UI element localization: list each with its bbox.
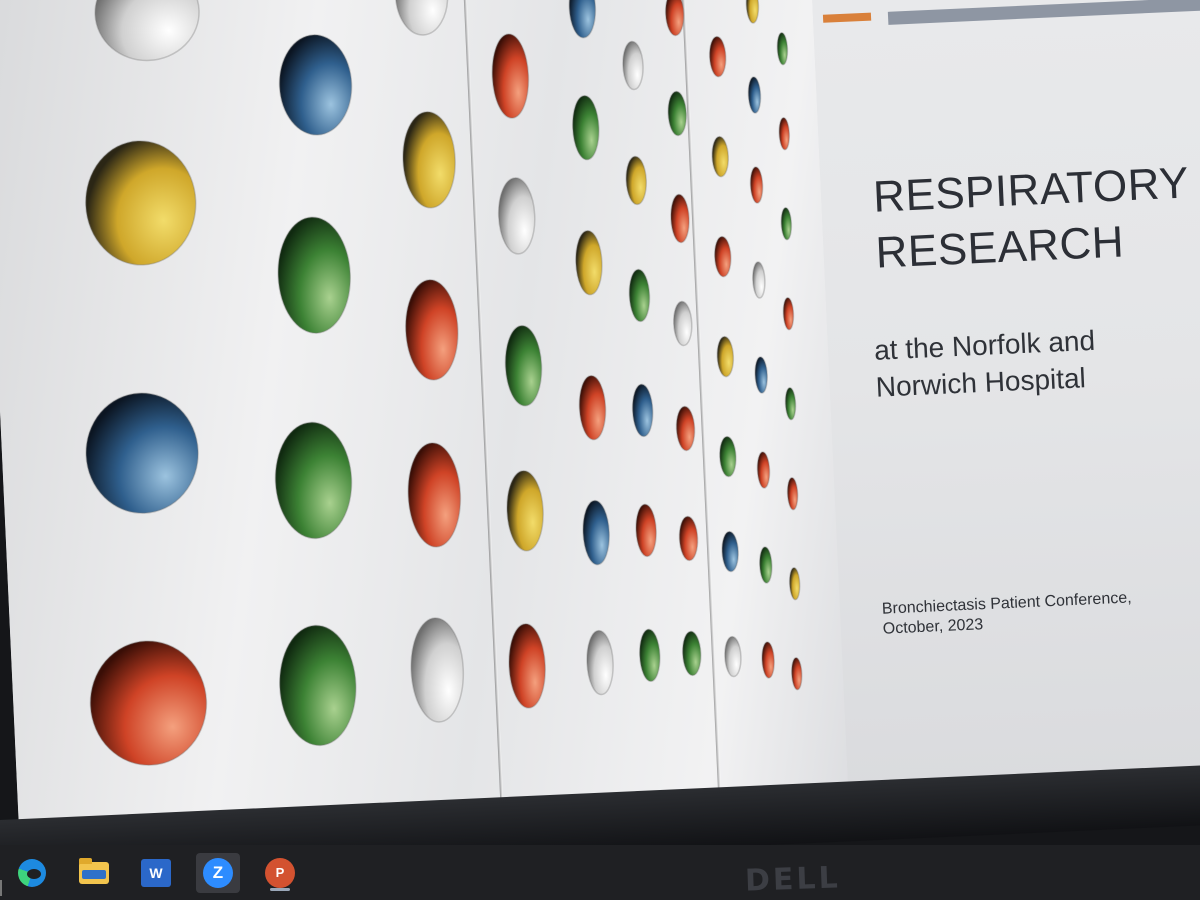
slide-footer: Bronchiectasis Patient Conference, Octob… bbox=[881, 584, 1200, 639]
perforation-hole-blue bbox=[85, 392, 199, 514]
taskbar-edge-button[interactable] bbox=[10, 853, 54, 893]
perforation-hole-white bbox=[497, 177, 536, 255]
perforation-hole-green bbox=[571, 94, 600, 161]
photo-of-screen: RESPIRATORY RESEARCH at the Norfolk and … bbox=[0, 0, 1200, 900]
word-icon-letter: W bbox=[149, 864, 163, 881]
perforation-hole-yellow bbox=[575, 229, 603, 296]
taskbar-file-explorer-button[interactable] bbox=[72, 853, 116, 893]
perforation-hole-green bbox=[784, 386, 797, 421]
perforation-hole-white bbox=[410, 617, 465, 723]
perforation-hole-green bbox=[504, 325, 543, 407]
perforation-hole-red bbox=[407, 442, 462, 548]
active-app-indicator bbox=[270, 887, 290, 891]
perforation-hole-yellow bbox=[788, 566, 801, 601]
perforation-hole-blue bbox=[582, 499, 610, 566]
perforation-hole-red bbox=[89, 640, 208, 766]
perforation-hole-red bbox=[678, 515, 699, 562]
perforation-hole-green bbox=[758, 546, 773, 584]
perforation-hole-green bbox=[274, 421, 353, 540]
perforation-hole-red bbox=[508, 623, 546, 709]
perforation-hole-blue bbox=[568, 0, 597, 39]
perforation-hole-yellow bbox=[625, 155, 648, 206]
perforation-hole-green bbox=[719, 435, 737, 478]
perforation-hole-white bbox=[752, 261, 766, 299]
perforation-hole-white bbox=[672, 300, 693, 347]
perforation-hole-blue bbox=[754, 356, 768, 394]
perforation-hole-red bbox=[761, 641, 775, 679]
perforation-hole-green bbox=[667, 90, 688, 137]
perforation-hole-blue bbox=[278, 34, 353, 136]
accent-bar-gray bbox=[887, 0, 1200, 25]
perforation-hole-white bbox=[724, 635, 742, 678]
powerpoint-icon-letter: P bbox=[275, 865, 285, 880]
perforation-hole-blue bbox=[721, 530, 739, 573]
taskbar-zoom-button[interactable]: Z bbox=[196, 852, 240, 893]
perforation-hole-blue bbox=[747, 76, 762, 114]
slide-subtitle: at the Norfolk and Norwich Hospital bbox=[873, 316, 1200, 405]
zoom-icon: Z bbox=[203, 857, 233, 888]
perforation-hole-yellow bbox=[745, 0, 760, 24]
perforation-hole-red bbox=[786, 476, 799, 511]
perforation-hole-white bbox=[94, 0, 200, 62]
accent-bar-orange bbox=[822, 12, 872, 23]
perforation-hole-red bbox=[756, 451, 771, 489]
perforation-hole-yellow bbox=[84, 140, 197, 266]
perforation-hole-green bbox=[277, 216, 351, 334]
perforation-hole-red bbox=[778, 116, 791, 151]
edge-mark bbox=[0, 880, 8, 896]
perforation-hole-green bbox=[780, 206, 793, 241]
word-icon: W bbox=[141, 858, 171, 887]
perforation-hole-white bbox=[394, 0, 449, 36]
edge-icon bbox=[18, 858, 46, 887]
perforation-hole-red bbox=[491, 33, 530, 119]
powerpoint-icon: P bbox=[265, 857, 295, 888]
perforation-hole-red bbox=[749, 166, 764, 204]
perforation-hole-green bbox=[628, 268, 651, 323]
perforation-hole-yellow bbox=[402, 111, 456, 209]
perforation-hole-red bbox=[790, 656, 803, 691]
slide-text-panel: RESPIRATORY RESEARCH at the Norfolk and … bbox=[809, 0, 1200, 832]
perforation-hole-yellow bbox=[711, 135, 730, 178]
perforation-hole-red bbox=[664, 0, 685, 37]
taskbar-word-button[interactable]: W bbox=[134, 853, 178, 893]
zoom-icon-letter: Z bbox=[212, 862, 224, 882]
perforation-hole-red bbox=[635, 503, 657, 558]
perforation-hole-white bbox=[622, 40, 644, 91]
perforation-hole-green bbox=[278, 624, 357, 747]
slide-background-image bbox=[0, 0, 850, 870]
perforation-hole-green bbox=[681, 630, 702, 677]
perforation-hole-green bbox=[638, 628, 661, 683]
perforation-hole-red bbox=[708, 35, 727, 78]
perforated-circles-graphic bbox=[84, 0, 803, 766]
presentation-screen: RESPIRATORY RESEARCH at the Norfolk and … bbox=[0, 0, 1200, 870]
monitor-brand-logo: DELL bbox=[744, 860, 842, 899]
taskbar-powerpoint-button[interactable]: P bbox=[258, 853, 302, 893]
perforation-hole-red bbox=[670, 193, 690, 244]
perforation-hole-red bbox=[675, 405, 696, 452]
perforation-hole-green bbox=[776, 31, 789, 66]
perforation-hole-white bbox=[586, 629, 614, 696]
slide-title: RESPIRATORY RESEARCH bbox=[872, 153, 1200, 281]
perforation-hole-yellow bbox=[716, 335, 735, 378]
taskbar: W Z P bbox=[0, 845, 1200, 900]
perforation-hole-red bbox=[782, 296, 795, 331]
perforation-hole-red bbox=[404, 279, 459, 381]
folder-icon bbox=[79, 857, 109, 884]
perforation-hole-blue bbox=[631, 383, 654, 438]
perforation-hole-red bbox=[578, 374, 607, 441]
perforation-hole-red bbox=[713, 235, 732, 278]
perforation-hole-yellow bbox=[506, 470, 544, 552]
